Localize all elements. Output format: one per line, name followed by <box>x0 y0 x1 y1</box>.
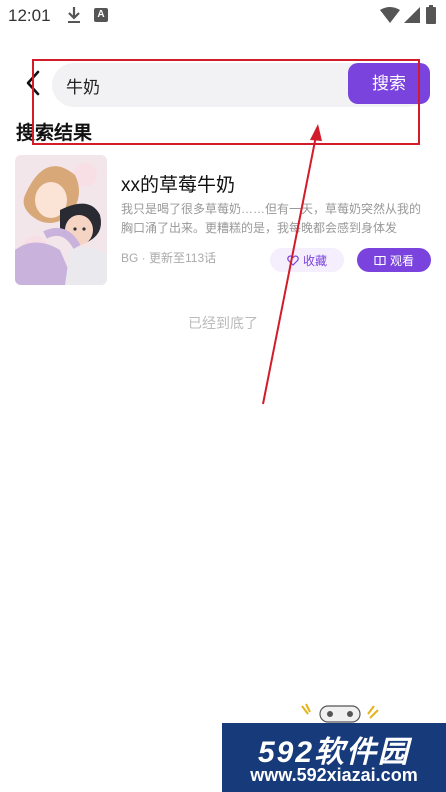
watermark-mascot-icon <box>301 703 379 723</box>
collect-button[interactable]: 收藏 <box>270 248 344 272</box>
watermark-url: www.592xiazai.com <box>250 765 418 785</box>
result-meta: BG · 更新至113话 <box>121 251 217 265</box>
result-title[interactable]: xx的草莓牛奶 <box>121 170 235 197</box>
status-time: 12:01 <box>8 6 51 25</box>
signal-icon <box>404 7 420 23</box>
watch-label: 观看 <box>389 253 414 268</box>
comic-cover-image[interactable] <box>15 155 107 285</box>
battery-icon <box>426 5 436 24</box>
wifi-icon <box>380 7 400 23</box>
book-icon <box>374 255 386 266</box>
annotation-highlight-box <box>32 59 420 145</box>
download-icon <box>68 7 80 23</box>
result-description: 我只是喝了很多草莓奶……但有一天，草莓奶突然从我的胸口涌了出来。更糟糕的是，我每… <box>121 202 422 235</box>
collect-label: 收藏 <box>302 253 327 268</box>
app-notification-icon: A <box>94 8 108 22</box>
watch-button[interactable]: 观看 <box>357 248 431 272</box>
watermark: 592软件园 www.592xiazai.com <box>222 723 446 792</box>
heart-icon <box>287 254 299 266</box>
end-of-list-text: 已经到底了 <box>188 315 258 331</box>
status-bar: 12:01 A <box>0 0 446 30</box>
